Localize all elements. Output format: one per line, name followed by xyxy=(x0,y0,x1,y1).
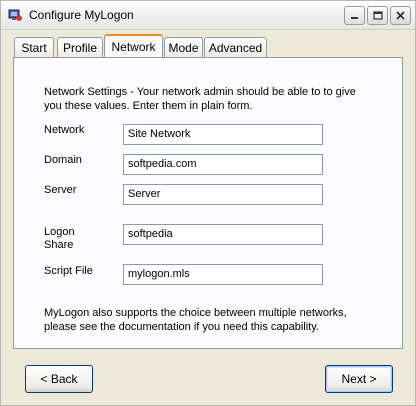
logon-share-label: Logon Share xyxy=(44,226,75,251)
app-icon xyxy=(7,7,23,23)
title-bar[interactable]: Configure MyLogon xyxy=(1,1,415,30)
minimize-icon xyxy=(351,17,358,19)
network-field[interactable]: Site Network xyxy=(123,124,323,145)
network-label: Network xyxy=(44,124,85,136)
tab-start[interactable]: Start xyxy=(14,37,54,57)
tab-mode[interactable]: Mode xyxy=(164,37,203,57)
tab-label: Mode xyxy=(168,40,199,55)
script-file-label: Script File xyxy=(44,265,93,277)
tab-label: Start xyxy=(21,40,47,55)
tab-advanced[interactable]: Advanced xyxy=(204,37,267,57)
footer-text: MyLogon also supports the choice between… xyxy=(44,307,347,333)
logon-share-field[interactable]: softpedia xyxy=(123,224,323,245)
close-icon xyxy=(396,11,405,20)
tab-label: Advanced xyxy=(208,40,263,55)
intro-text: Network Settings - Your network admin sh… xyxy=(44,86,356,112)
tab-profile[interactable]: Profile xyxy=(57,37,103,57)
back-button[interactable]: < Back xyxy=(25,365,93,393)
minimize-button[interactable] xyxy=(344,6,365,25)
maximize-icon xyxy=(372,11,383,20)
next-button[interactable]: Next > xyxy=(325,365,393,393)
script-file-field[interactable]: mylogon.mls xyxy=(123,264,323,285)
close-button[interactable] xyxy=(390,6,411,25)
next-button-label: Next > xyxy=(341,372,377,386)
server-field[interactable]: Server xyxy=(123,184,323,205)
window-title: Configure MyLogon xyxy=(29,8,134,22)
network-tab-panel: Network Settings - Your network admin sh… xyxy=(13,57,403,349)
tab-label: Profile xyxy=(62,40,97,55)
configure-mylogon-window: Configure MyLogon Start Profile Network … xyxy=(0,0,416,406)
maximize-button[interactable] xyxy=(367,6,388,25)
tab-network[interactable]: Network xyxy=(104,34,163,57)
tab-label: Network xyxy=(111,39,156,54)
domain-field[interactable]: softpedia.com xyxy=(123,154,323,175)
server-label: Server xyxy=(44,184,77,196)
back-button-label: < Back xyxy=(40,372,78,386)
domain-label: Domain xyxy=(44,154,82,166)
